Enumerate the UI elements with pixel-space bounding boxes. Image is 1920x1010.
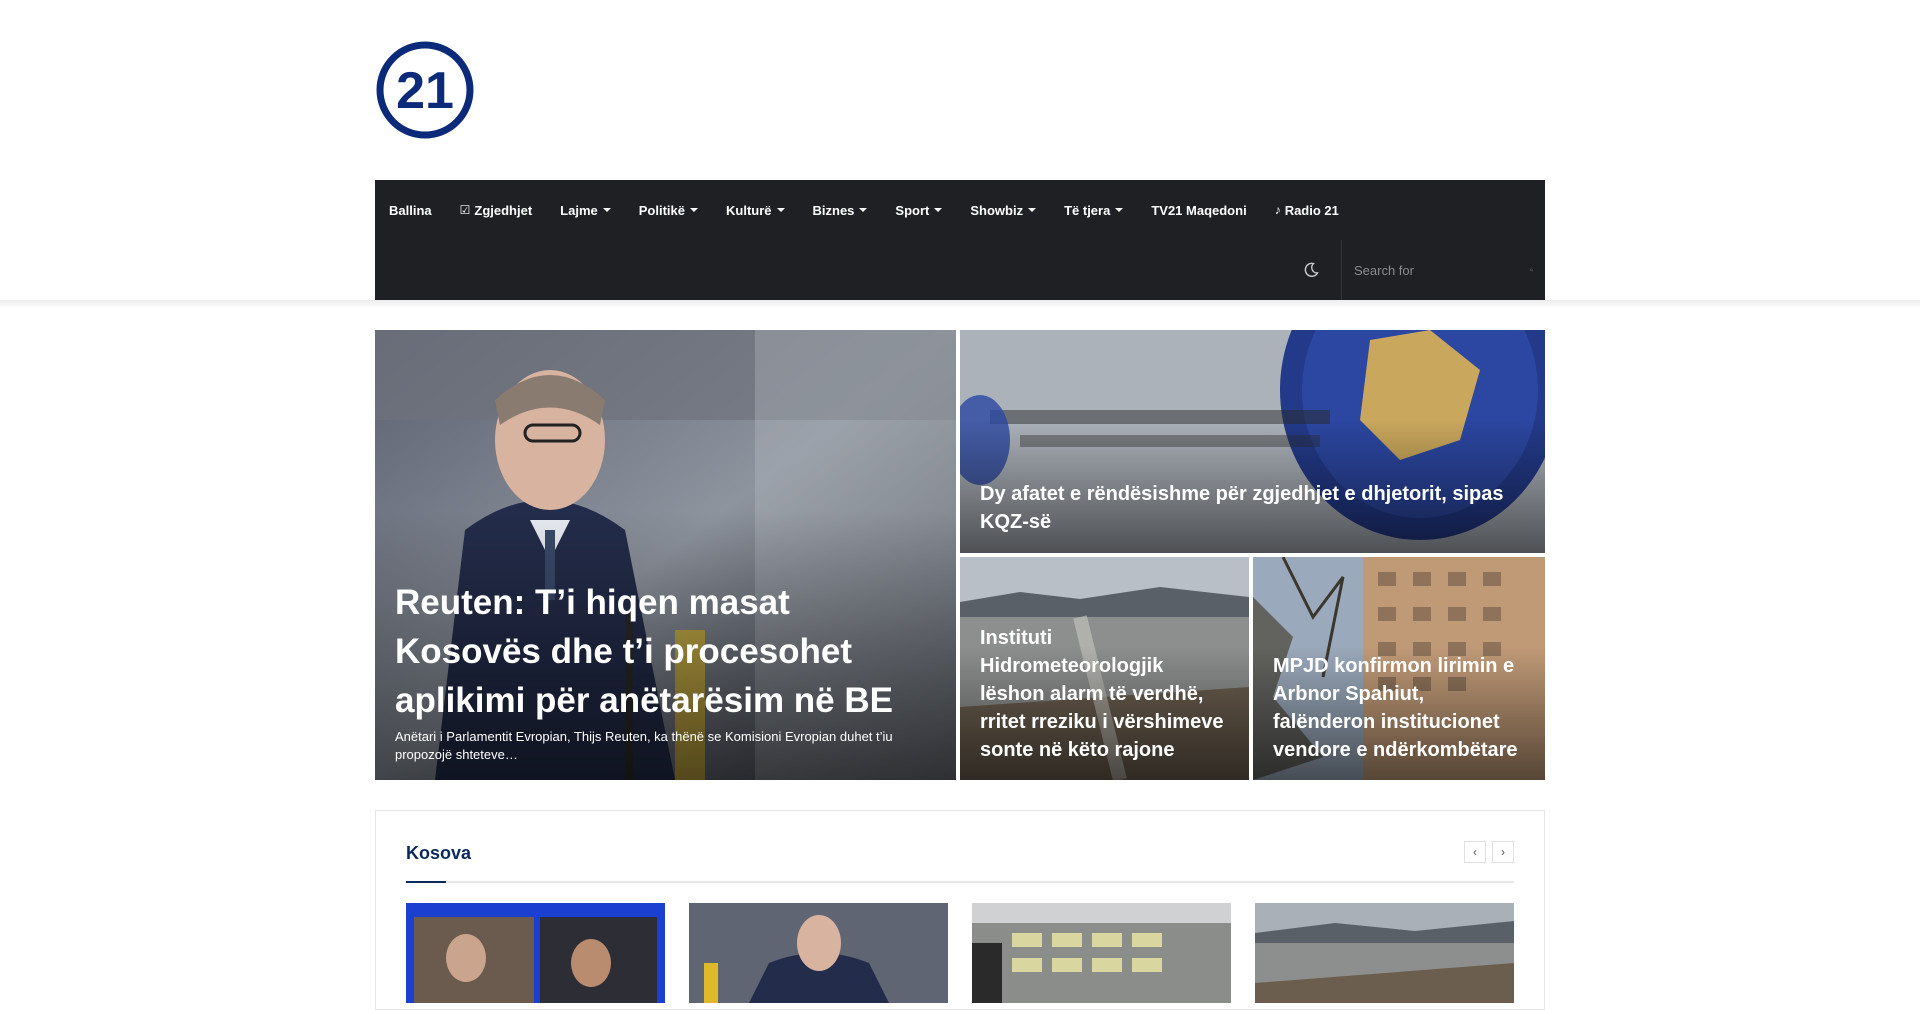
section-divider <box>406 881 1514 883</box>
checkbox-icon: ☑ <box>459 203 471 217</box>
caret-down-icon <box>1028 208 1037 212</box>
dark-mode-toggle[interactable] <box>1281 240 1341 300</box>
hero-bottom-right-article[interactable]: MPJD konfirmon lirimin e Arbnor Spahiut,… <box>1253 557 1545 780</box>
chevron-right-icon: › <box>1501 845 1505 859</box>
search-icon[interactable] <box>1530 263 1533 277</box>
hero-main-excerpt: Anëtari i Parlamentit Evropian, Thijs Re… <box>395 729 893 762</box>
article-thumbnail[interactable] <box>1255 903 1514 1003</box>
nav-item-label: Sport <box>895 202 930 218</box>
nav-item-lajme[interactable]: Lajme <box>560 203 611 218</box>
search-input[interactable] <box>1354 262 1530 278</box>
caret-down-icon <box>602 208 611 212</box>
caret-down-icon <box>776 208 785 212</box>
nav-item-label: TV21 Maqedoni <box>1151 202 1247 218</box>
nav-item-label: Biznes <box>812 202 855 218</box>
nav-item-label: Politikë <box>638 202 685 218</box>
nav-item-sport[interactable]: Sport <box>895 202 943 218</box>
nav-item-tv21-maqedoni[interactable]: TV21 Maqedoni <box>1151 203 1246 218</box>
chevron-left-icon: ‹ <box>1473 845 1477 859</box>
section-title[interactable]: Kosova <box>406 843 471 864</box>
caret-down-icon <box>934 208 943 212</box>
hero-top-right-article[interactable]: Dy afatet e rëndësishme për zgjedhjet e … <box>960 330 1545 553</box>
nav-item-label: Ballina <box>389 202 432 218</box>
article-thumbnail[interactable] <box>406 903 665 1003</box>
nav-item-label: Zgjedhjet <box>474 202 533 218</box>
nav-item-label: Lajme <box>560 202 598 218</box>
prev-arrow-button[interactable]: ‹ <box>1464 841 1486 863</box>
nav-menu: Ballina ☑ Zgjedhjet Lajme Politikë Kulturë Biz… <box>375 180 1367 240</box>
hero-main-title[interactable]: Reuten: T’i hiqen masat Kosovës dhe t’i … <box>395 578 916 725</box>
site-logo[interactable]: 21 <box>375 40 475 140</box>
nav-item-showbiz[interactable]: Showbiz <box>970 202 1037 218</box>
nav-item-të-tjera[interactable]: Të tjera <box>1064 202 1124 218</box>
top-right-title[interactable]: Dy afatet e rëndësishme për zgjedhjet e … <box>980 480 1525 536</box>
hero-bottom-left-article[interactable]: Instituti Hidrometeorologjik lëshon alar… <box>960 557 1249 780</box>
nav-item-label: Të tjera <box>1064 202 1111 218</box>
nav-item-zgjedhjet[interactable]: ☑ Zgjedhjet <box>460 203 533 218</box>
section-divider-accent <box>406 881 446 883</box>
microphone-icon: ♪ <box>1274 203 1281 217</box>
nav-item-radio-21[interactable]: ♪ Radio 21 <box>1275 203 1339 218</box>
article-thumbnail[interactable] <box>972 903 1231 1003</box>
search-box <box>1341 240 1545 300</box>
caret-down-icon <box>690 208 698 212</box>
svg-text:21: 21 <box>396 62 454 120</box>
bottom-left-title[interactable]: Instituti Hidrometeorologjik lëshon alar… <box>980 624 1229 764</box>
header-shadow <box>0 300 1920 308</box>
hero-main-article[interactable]: Reuten: T’i hiqen masat Kosovës dhe t’i … <box>375 330 956 780</box>
kosova-section: Kosova ‹ › <box>375 810 1545 1010</box>
next-arrow-button[interactable]: › <box>1492 841 1514 863</box>
nav-item-biznes[interactable]: Biznes <box>813 203 868 218</box>
article-thumbnail[interactable] <box>689 903 948 1003</box>
nav-item-kulturë[interactable]: Kulturë <box>726 203 785 218</box>
nav-item-label: Kulturë <box>726 202 772 218</box>
caret-down-icon <box>859 208 868 212</box>
moon-icon <box>1304 262 1319 277</box>
nav-item-ballina[interactable]: Ballina <box>389 203 432 218</box>
bottom-right-title[interactable]: MPJD konfirmon lirimin e Arbnor Spahiut,… <box>1273 652 1525 764</box>
nav-item-label: Radio 21 <box>1284 202 1339 218</box>
nav-item-politikë[interactable]: Politikë <box>639 203 698 218</box>
nav-item-label: Showbiz <box>970 202 1024 218</box>
caret-down-icon <box>1115 208 1124 212</box>
main-navigation: Ballina ☑ Zgjedhjet Lajme Politikë Kulturë Biz… <box>375 180 1545 300</box>
